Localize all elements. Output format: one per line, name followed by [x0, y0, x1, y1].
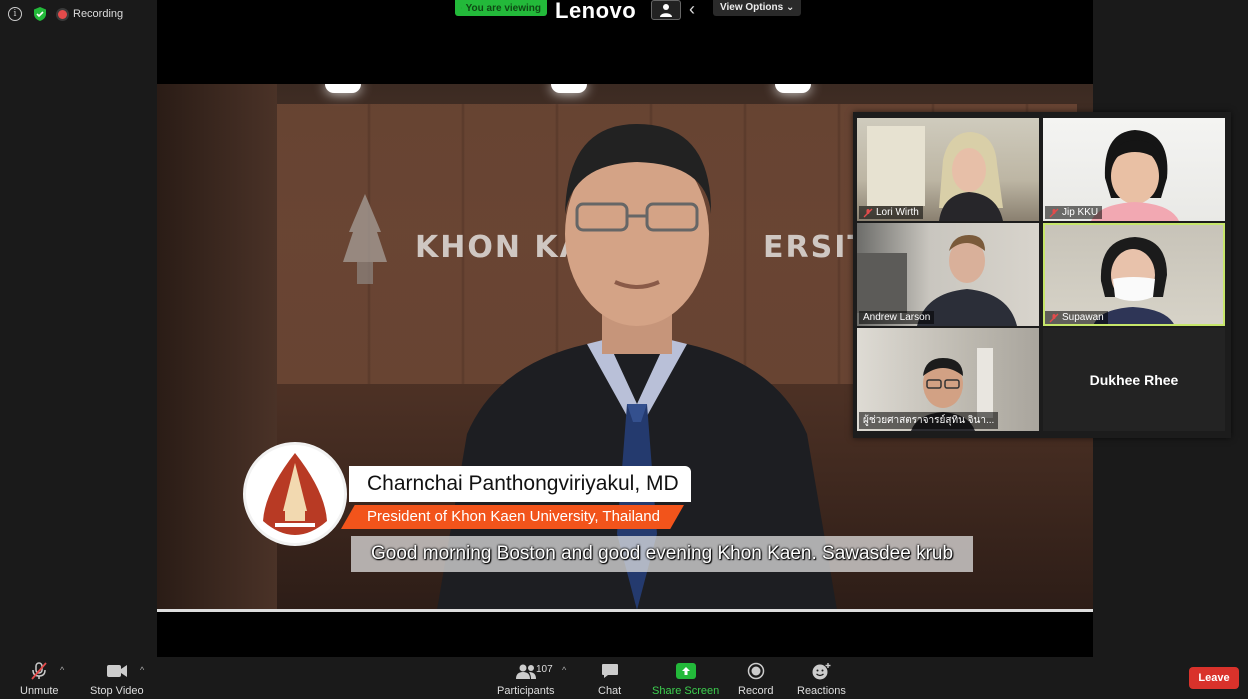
- chevron-left-icon[interactable]: ‹: [689, 0, 695, 20]
- chat-button[interactable]: Chat: [598, 661, 621, 697]
- participant-tile[interactable]: Lori Wirth: [857, 118, 1039, 221]
- video-options-chevron-icon[interactable]: ^: [140, 665, 144, 675]
- reactions-label: Reactions: [797, 685, 846, 697]
- stop-video-button[interactable]: Stop Video: [90, 661, 144, 697]
- video-camera-icon: [106, 665, 127, 677]
- kku-logo-icon: [263, 453, 327, 535]
- participant-name: Supawan: [1062, 312, 1104, 323]
- meeting-toolbar: Unmute ^ Stop Video ^ Participants 107 ^: [0, 657, 1248, 699]
- participant-name-label: Lori Wirth: [859, 206, 923, 219]
- mic-muted-icon: [863, 208, 873, 217]
- participant-tile[interactable]: Jip KKU: [1043, 118, 1225, 221]
- mic-muted-icon: [1049, 208, 1059, 217]
- unmute-label: Unmute: [20, 685, 59, 697]
- participant-name-label: Jip KKU: [1045, 206, 1103, 219]
- audio-options-chevron-icon[interactable]: ^: [60, 665, 64, 675]
- participant-name: ผู้ช่วยศาสตราจารย์สุทิน จินา...: [863, 415, 995, 426]
- participant-tile-video-off[interactable]: Dukhee Rhee: [1043, 328, 1225, 431]
- stop-video-label: Stop Video: [90, 685, 144, 697]
- participant-name-label: Supawan: [1045, 311, 1108, 324]
- video-divider: [157, 609, 1093, 612]
- participant-name: Lori Wirth: [876, 207, 919, 218]
- shield-icon[interactable]: [32, 6, 48, 22]
- speaker-icon: [461, 7, 462, 9]
- reactions-icon: [812, 663, 831, 680]
- participant-tile[interactable]: Andrew Larson: [857, 223, 1039, 326]
- participant-name: Jip KKU: [1062, 207, 1099, 218]
- speaker-name: Charnchai Panthongviriyakul, MD: [349, 466, 691, 502]
- record-label: Record: [738, 685, 774, 697]
- viewing-notice: You are viewing: [455, 0, 547, 16]
- unmute-button[interactable]: Unmute: [20, 661, 59, 697]
- recording-dot-icon: [58, 9, 67, 19]
- mic-muted-icon: [1049, 313, 1059, 322]
- share-screen-icon: [675, 663, 696, 679]
- share-screen-button[interactable]: Share Screen: [652, 661, 719, 697]
- record-button[interactable]: Record: [738, 661, 773, 697]
- participant-tile[interactable]: ผู้ช่วยศาสตราจารย์สุทิน จินา...: [857, 328, 1039, 431]
- viewing-text: You are viewing: [465, 2, 541, 14]
- participant-name-label: Andrew Larson: [859, 311, 935, 324]
- share-screen-label: Share Screen: [652, 685, 720, 697]
- participant-name: Andrew Larson: [863, 312, 931, 323]
- info-icon[interactable]: i: [8, 7, 22, 21]
- participant-name-label: ผู้ช่วยศาสตราจารย์สุทิน จินา...: [859, 412, 999, 429]
- recording-label: Recording: [73, 8, 124, 20]
- participant-count: 107: [536, 664, 553, 675]
- presenter-icon[interactable]: [651, 0, 681, 20]
- record-icon: [747, 662, 764, 680]
- caption-text: Good morning Boston and good evening Kho…: [351, 536, 974, 572]
- participant-tile-active[interactable]: Supawan: [1043, 223, 1225, 326]
- mic-muted-icon: [31, 662, 47, 680]
- reactions-button[interactable]: Reactions: [797, 661, 846, 697]
- participant-gallery: Lori Wirth Jip KKU Andrew Larson Supawan…: [853, 112, 1231, 438]
- ceiling-light: [775, 84, 811, 93]
- university-emblem: [343, 194, 387, 284]
- participant-name: Dukhee Rhee: [1089, 371, 1179, 388]
- brand-logo: Lenovo: [555, 0, 637, 23]
- speaker-figure: [437, 124, 837, 610]
- chat-label: Chat: [598, 685, 622, 697]
- leave-button[interactable]: Leave: [1189, 667, 1239, 689]
- university-badge: [243, 442, 347, 546]
- participants-icon: [515, 664, 536, 679]
- speaker-title: President of Khon Kaen University, Thail…: [341, 505, 684, 529]
- meeting-status-bar: i Recording: [8, 6, 123, 22]
- ceiling-light: [551, 84, 587, 93]
- view-options-button[interactable]: View Options ⌄: [713, 0, 802, 16]
- ceiling-light: [325, 84, 361, 93]
- chat-icon: [601, 664, 618, 678]
- participants-options-chevron-icon[interactable]: ^: [562, 665, 566, 675]
- recording-indicator[interactable]: Recording: [58, 8, 123, 20]
- participants-label: Participants: [497, 685, 555, 697]
